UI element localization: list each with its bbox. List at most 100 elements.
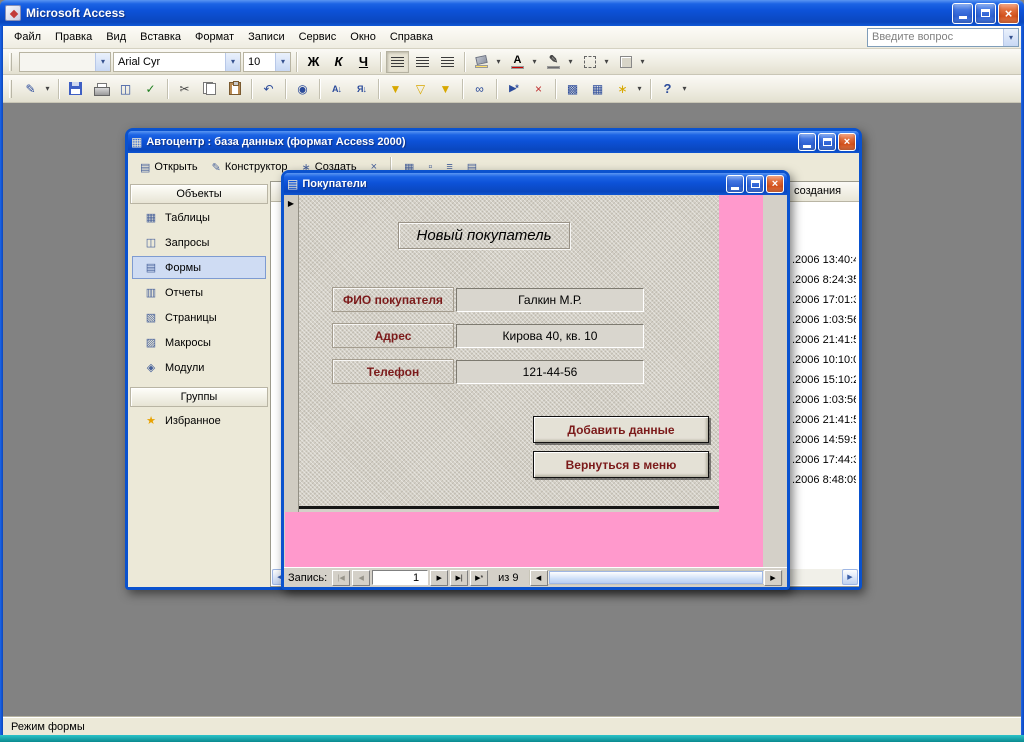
underline-button[interactable]: Ч: [352, 51, 375, 73]
form-window-titlebar[interactable]: ▤ Покупатели ×: [284, 173, 787, 195]
fill-color-button[interactable]: [470, 51, 493, 73]
find-button[interactable]: ∞: [468, 78, 491, 100]
field-phone[interactable]: 121-44-56: [456, 360, 644, 384]
sidebar-item-queries[interactable]: ◫ Запросы: [130, 230, 268, 255]
copy-button[interactable]: [198, 78, 221, 100]
chevron-down-icon[interactable]: ▾: [601, 57, 612, 66]
groups-header[interactable]: Группы: [130, 387, 268, 407]
current-record-input[interactable]: 1: [372, 570, 429, 585]
objects-header[interactable]: Объекты: [130, 184, 268, 204]
undo-button[interactable]: ↶: [257, 78, 280, 100]
sidebar-item-pages[interactable]: ▧ Страницы: [130, 305, 268, 330]
last-record-button[interactable]: ▶|: [450, 569, 469, 586]
paste-button[interactable]: [223, 78, 246, 100]
database-minimize-button[interactable]: [798, 133, 816, 151]
form-view-button[interactable]: ✎: [19, 78, 42, 100]
form-maximize-button[interactable]: [746, 175, 764, 193]
help-button[interactable]: ?: [656, 78, 679, 100]
print-preview-button[interactable]: ◫: [114, 78, 137, 100]
close-button[interactable]: ×: [998, 2, 1019, 24]
record-selector-bar[interactable]: ▶: [284, 195, 299, 512]
field-address[interactable]: Кирова 40, кв. 10: [456, 324, 644, 348]
form-scrollbar-thumb[interactable]: [548, 571, 763, 584]
spelling-button[interactable]: ✓: [139, 78, 162, 100]
menu-records[interactable]: Записи: [241, 28, 292, 46]
chevron-down-icon[interactable]: ▾: [529, 57, 540, 66]
new-record-toolbar-button[interactable]: ▶*: [502, 78, 525, 100]
font-size-combo[interactable]: 10 ▾: [243, 51, 291, 72]
align-right-button[interactable]: [436, 51, 459, 73]
new-object-button[interactable]: ∗: [611, 78, 634, 100]
bold-button[interactable]: Ж: [302, 51, 325, 73]
font-color-button[interactable]: А: [506, 51, 529, 73]
sidebar-item-modules[interactable]: ◈ Модули: [130, 355, 268, 380]
insert-hyperlink-button[interactable]: ◉: [291, 78, 314, 100]
sidebar-item-tables[interactable]: ▦ Таблицы: [130, 205, 268, 230]
previous-record-button[interactable]: ◀: [352, 569, 371, 586]
chevron-down-icon[interactable]: ▾: [634, 84, 645, 93]
maximize-button[interactable]: [975, 2, 996, 24]
database-close-button[interactable]: ×: [838, 133, 856, 151]
sort-ascending-button[interactable]: А↓: [325, 78, 348, 100]
chevron-down-icon[interactable]: ▾: [679, 84, 690, 93]
print-button[interactable]: [89, 78, 112, 100]
sort-descending-button[interactable]: Я↓: [350, 78, 373, 100]
chevron-down-icon[interactable]: ▾: [42, 84, 53, 93]
line-border-button[interactable]: [578, 51, 601, 73]
properties-button[interactable]: ▩: [561, 78, 584, 100]
filter-by-form-button[interactable]: ▽: [409, 78, 432, 100]
menu-file[interactable]: Файл: [7, 28, 48, 46]
italic-button[interactable]: К: [327, 51, 350, 73]
menu-tools[interactable]: Сервис: [292, 28, 344, 46]
chevron-down-icon[interactable]: ▾: [565, 57, 576, 66]
database-maximize-button[interactable]: [818, 133, 836, 151]
field-fio[interactable]: Галкин М.Р.: [456, 288, 644, 312]
cut-button[interactable]: ✂: [173, 78, 196, 100]
design-object-button[interactable]: ✎ Конструктор: [208, 156, 292, 178]
save-button[interactable]: [64, 78, 87, 100]
menu-format[interactable]: Формат: [188, 28, 241, 46]
toolbar-grip[interactable]: [9, 52, 12, 71]
sidebar-item-favorites[interactable]: ★ Избранное: [130, 408, 268, 433]
ask-question-input[interactable]: [868, 31, 1003, 43]
form-scroll-left-button[interactable]: ◀: [529, 569, 548, 586]
filter-by-selection-button[interactable]: ▼: [384, 78, 407, 100]
menu-window[interactable]: Окно: [343, 28, 383, 46]
form-minimize-button[interactable]: [726, 175, 744, 193]
special-effect-button[interactable]: [614, 51, 637, 73]
open-object-button[interactable]: ▤ Открыть: [136, 156, 202, 178]
align-left-button[interactable]: [386, 50, 409, 73]
chevron-down-icon[interactable]: ▾: [95, 52, 110, 71]
ask-question-combo[interactable]: ▾: [867, 27, 1019, 47]
font-combo[interactable]: Arial Cyr ▾: [113, 51, 241, 72]
menu-edit[interactable]: Правка: [48, 28, 99, 46]
new-record-button[interactable]: ▶*: [470, 569, 489, 586]
menu-help[interactable]: Справка: [383, 28, 440, 46]
sidebar-item-macros[interactable]: ▨ Макросы: [130, 330, 268, 355]
first-record-button[interactable]: |◀: [332, 569, 351, 586]
chevron-down-icon[interactable]: ▾: [225, 52, 240, 71]
date-created-column-header[interactable]: создания: [794, 185, 841, 197]
form-close-button[interactable]: ×: [766, 175, 784, 193]
sidebar-item-forms[interactable]: ▤ Формы: [132, 256, 266, 279]
minimize-button[interactable]: [952, 2, 973, 24]
next-record-button[interactable]: ▶: [430, 569, 449, 586]
chevron-down-icon[interactable]: ▾: [637, 57, 648, 66]
menu-view[interactable]: Вид: [99, 28, 133, 46]
chevron-down-icon[interactable]: ▾: [1003, 28, 1018, 46]
chevron-down-icon[interactable]: ▾: [493, 57, 504, 66]
align-center-button[interactable]: [411, 51, 434, 73]
add-data-button[interactable]: Добавить данные: [533, 416, 709, 443]
form-horizontal-scrollbar[interactable]: ◀ ▶: [528, 569, 783, 586]
return-to-menu-button[interactable]: Вернуться в меню: [533, 451, 709, 478]
chevron-down-icon[interactable]: ▾: [275, 52, 290, 71]
line-color-button[interactable]: ✎: [542, 51, 565, 73]
database-window-button[interactable]: ▦: [586, 78, 609, 100]
database-window-titlebar[interactable]: ▦ Автоцентр : база данных (формат Access…: [128, 131, 859, 153]
sidebar-item-reports[interactable]: ▥ Отчеты: [130, 280, 268, 305]
toolbar-grip[interactable]: [9, 79, 12, 98]
scroll-right-button[interactable]: ▶: [842, 569, 858, 585]
menu-insert[interactable]: Вставка: [133, 28, 188, 46]
object-combo[interactable]: ▾: [19, 51, 111, 72]
form-scroll-right-button[interactable]: ▶: [764, 569, 782, 586]
